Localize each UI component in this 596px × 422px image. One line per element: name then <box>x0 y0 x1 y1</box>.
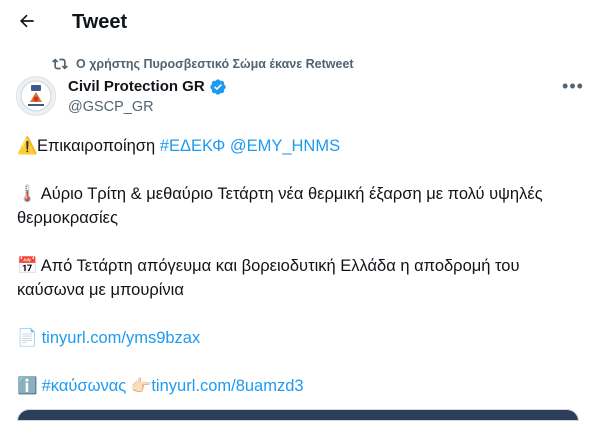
page-title: Tweet <box>72 11 128 33</box>
info-icon: ℹ️ <box>17 377 38 395</box>
hashtag-link-heatwave[interactable]: #καύσωνας <box>42 377 127 395</box>
document-icon: 📄 <box>17 329 38 347</box>
back-button[interactable] <box>12 6 42 36</box>
header-bar: Tweet <box>0 0 596 44</box>
update-text: Επικαιροποίηση <box>37 137 160 155</box>
author-name-text: Civil Protection GR <box>68 78 205 95</box>
avatar[interactable] <box>16 76 56 116</box>
author-display-name[interactable]: Civil Protection GR <box>68 78 227 96</box>
retweet-indicator[interactable]: Ο χρήστης Πυροσβεστικό Σώμα έκανε Retwee… <box>52 56 354 72</box>
civil-protection-logo-icon <box>20 80 52 112</box>
retweet-text: Ο χρήστης Πυροσβεστικό Σώμα έκανε Retwee… <box>76 57 354 71</box>
hashtag-link[interactable]: #ΕΔΕΚΦ <box>160 137 225 155</box>
warning-icon: ⚠️ <box>17 137 38 155</box>
mention-link[interactable]: @ΕΜΥ_HNMS <box>230 137 340 155</box>
thermometer-icon: 🌡️ <box>17 185 38 203</box>
retweet-icon <box>52 58 68 70</box>
verified-badge-icon <box>210 79 226 95</box>
media-card[interactable] <box>17 409 579 421</box>
more-options-button[interactable]: ••• <box>560 76 586 96</box>
tweet-line-update: ⚠️Επικαιροποίηση #ΕΔΕΚΦ @ΕΜΥ_HNMS <box>17 134 577 158</box>
storms-text: Από Τετάρτη απόγευμα και βορειοδυτική Ελ… <box>17 257 520 299</box>
pointing-hand-icon: 👉🏻 <box>130 377 152 395</box>
author-handle[interactable]: @GSCP_GR <box>68 98 154 116</box>
tweet-text: ⚠️Επικαιροποίηση #ΕΔΕΚΦ @ΕΜΥ_HNMS 🌡️ Αύρ… <box>17 134 577 422</box>
calendar-icon: 📅 <box>17 257 38 275</box>
tweet-line-link1: 📄 tinyurl.com/yms9bzax <box>17 326 577 350</box>
tweet-line-link2: ℹ️ #καύσωνας 👉🏻tinyurl.com/8uamzd3 <box>17 374 577 398</box>
url-link-1[interactable]: tinyurl.com/yms9bzax <box>42 329 201 347</box>
heatwave-text: Αύριο Τρίτη & μεθαύριο Τετάρτη νέα θερμι… <box>17 185 543 227</box>
more-icon: ••• <box>562 75 584 96</box>
tweet-line-heatwave: 🌡️ Αύριο Τρίτη & μεθαύριο Τετάρτη νέα θε… <box>17 182 577 230</box>
arrow-left-icon <box>19 14 34 28</box>
tweet-line-storms: 📅 Από Τετάρτη απόγευμα και βορειοδυτική … <box>17 254 577 302</box>
url-link-2[interactable]: tinyurl.com/8uamzd3 <box>151 377 303 395</box>
